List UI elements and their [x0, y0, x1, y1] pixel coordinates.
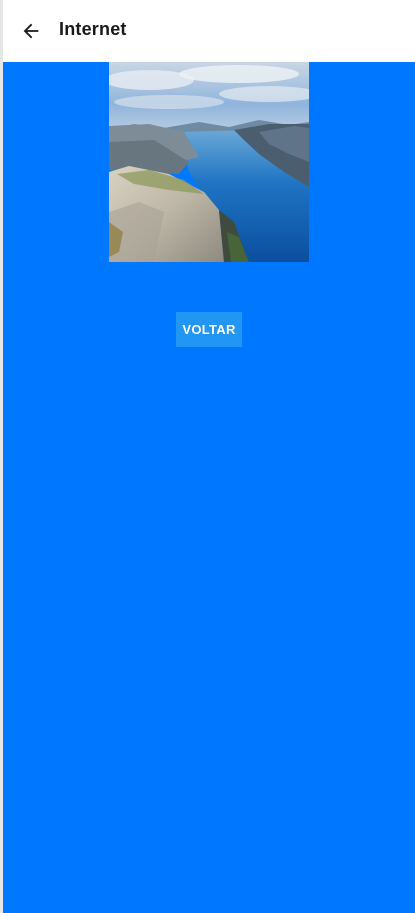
app-bar: Internet — [3, 0, 415, 62]
voltar-button[interactable]: VOLTAR — [176, 312, 242, 347]
content-area: VOLTAR — [3, 62, 415, 913]
landscape-image — [109, 62, 309, 262]
back-button[interactable] — [18, 18, 44, 44]
arrow-left-icon — [23, 23, 39, 39]
page-title: Internet — [59, 19, 127, 39]
